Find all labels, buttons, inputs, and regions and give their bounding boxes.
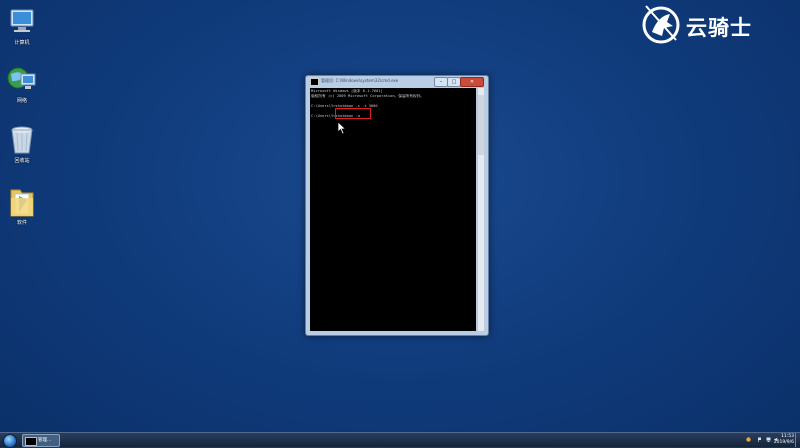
desktop-icon-label: 软件 xyxy=(16,220,27,226)
desktop-icon-network[interactable]: 网络 xyxy=(2,64,42,104)
window-titlebar[interactable]: 管理员: C:\Windows\system32\cmd.exe – □ ✕ xyxy=(306,76,488,87)
cmd-window[interactable]: 管理员: C:\Windows\system32\cmd.exe – □ ✕ M… xyxy=(305,75,489,336)
brand-text: 云骑士 xyxy=(686,16,752,40)
taskbar-item-label: 管理... xyxy=(38,438,52,443)
flag-icon[interactable] xyxy=(757,437,762,442)
desktop-icon-label: 网络 xyxy=(16,98,27,104)
network-icon xyxy=(6,64,38,96)
console-output[interactable]: Microsoft Windows [版本 6.1.7601] 版权所有 (c)… xyxy=(310,88,476,331)
cmd-app-icon xyxy=(25,437,37,446)
taskbar-item-cmd[interactable]: 管理... xyxy=(22,434,60,447)
desktop-icon-recycle-bin[interactable]: 回收站 xyxy=(2,124,42,164)
close-button[interactable]: ✕ xyxy=(460,77,484,87)
system-tray: 11:53 2019/9/6 xyxy=(710,433,800,447)
brand-logo: 云骑士 xyxy=(640,2,780,48)
mouse-pointer-icon xyxy=(337,121,347,135)
desktop-icon-label: 回收站 xyxy=(14,158,30,164)
folder-icon xyxy=(6,186,38,218)
input-method-icon[interactable] xyxy=(746,437,751,442)
knight-logo-icon xyxy=(642,5,680,44)
desktop-icon-label: 计算机 xyxy=(14,40,30,46)
taskbar: 管理... 11:53 2019/9/6 xyxy=(0,432,800,448)
window-title: 管理员: C:\Windows\system32\cmd.exe xyxy=(321,78,399,83)
recycle-bin-icon xyxy=(6,124,38,156)
command-highlight-box xyxy=(335,108,371,119)
taskbar-clock[interactable]: 11:53 2019/9/6 xyxy=(774,434,794,445)
desktop-icon-software[interactable]: 软件 xyxy=(2,186,42,226)
clock-date: 2019/9/6 xyxy=(773,439,794,445)
desktop-icon-computer[interactable]: 计算机 xyxy=(2,6,42,46)
scrollbar-thumb[interactable] xyxy=(478,95,484,155)
minimize-button[interactable]: – xyxy=(434,77,448,87)
console-line: 版权所有 (c) 2009 Microsoft Corporation。保留所有… xyxy=(311,94,425,98)
cmd-app-icon xyxy=(310,78,319,86)
console-scrollbar[interactable] xyxy=(477,88,484,331)
computer-icon xyxy=(6,6,38,38)
show-desktop-button[interactable] xyxy=(795,433,800,447)
maximize-button[interactable]: □ xyxy=(447,77,461,87)
network-status-icon[interactable] xyxy=(766,437,771,442)
